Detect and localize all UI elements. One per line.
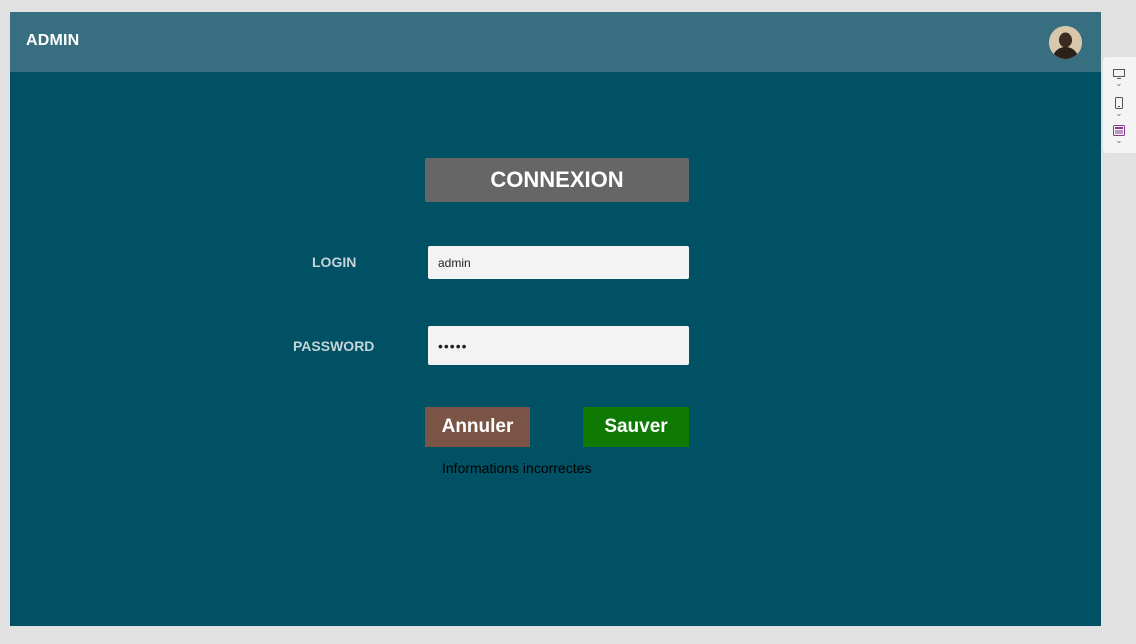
mobile-view-tool[interactable]: ⌄ — [1112, 97, 1126, 123]
login-label: LOGIN — [312, 254, 357, 270]
top-bar: ADMIN — [10, 12, 1101, 72]
save-button[interactable]: Sauver — [583, 407, 689, 447]
chevron-down-icon: ⌄ — [1115, 79, 1123, 88]
login-heading: CONNEXION — [425, 158, 689, 202]
password-input[interactable] — [428, 326, 689, 365]
cancel-button[interactable]: Annuler — [425, 407, 530, 447]
app-title: ADMIN — [26, 32, 80, 49]
desktop-view-icon — [1113, 69, 1125, 79]
mobile-view-icon — [1115, 97, 1123, 109]
password-label: PASSWORD — [293, 338, 375, 354]
device-preview-panel: ⌄ ⌄ ⌄ — [1103, 57, 1136, 153]
desktop-view-tool[interactable]: ⌄ — [1112, 69, 1126, 95]
user-avatar[interactable] — [1049, 26, 1082, 59]
chevron-down-icon: ⌄ — [1115, 109, 1123, 118]
app-frame: ADMIN CONNEXION LOGIN PASSWORD Annuler S… — [10, 12, 1101, 626]
tablet-view-icon — [1113, 125, 1125, 136]
error-message: Informations incorrectes — [442, 460, 592, 476]
avatar-image-icon — [1049, 26, 1082, 59]
tablet-view-tool[interactable]: ⌄ — [1112, 125, 1126, 151]
chevron-down-icon: ⌄ — [1115, 136, 1123, 145]
login-input[interactable] — [428, 246, 689, 279]
